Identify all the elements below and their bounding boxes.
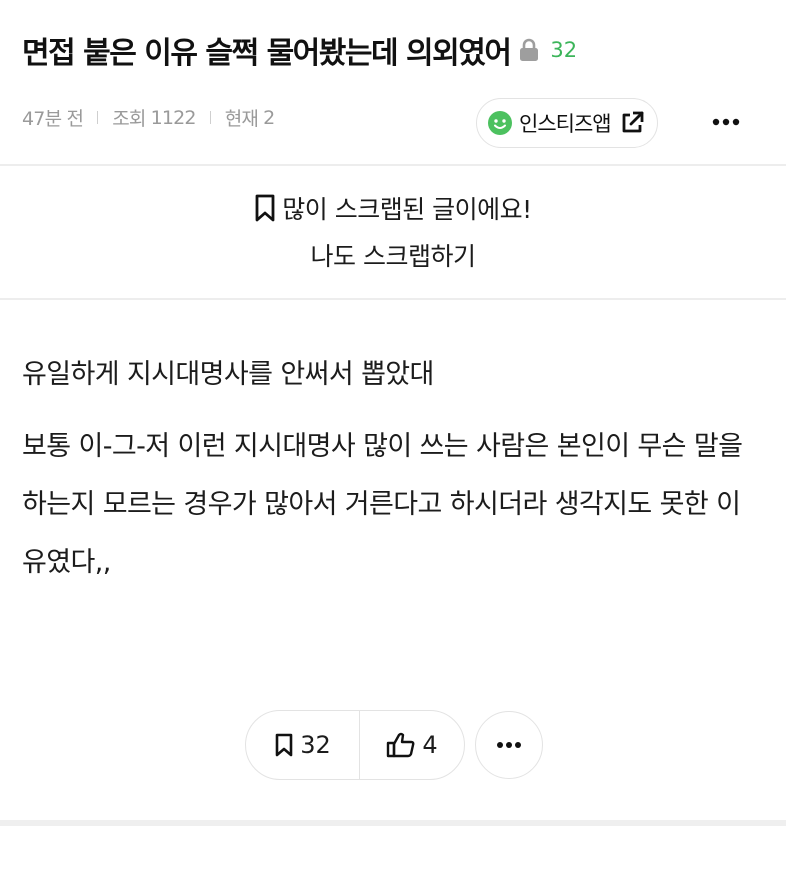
open-app-button[interactable]: 인스티즈앱 (476, 98, 658, 148)
comment-count[interactable]: 32 (550, 38, 577, 62)
post-meta: 47분 전 조회 1122 현재 2 (22, 104, 275, 131)
more-icon (497, 742, 521, 748)
thumbs-up-icon (387, 732, 415, 758)
content-paragraph: 유일하게 지시대명사를 안써서 뽑았대 (22, 359, 434, 390)
reaction-pill: 32 4 (245, 710, 465, 780)
post-content: 유일하게 지시대명사를 안써서 뽑았대 보통 이-그-저 이런 지시대명사 많이… (0, 300, 786, 592)
scrap-banner[interactable]: 많이 스크랩된 글이에요! 나도 스크랩하기 (0, 166, 786, 300)
like-button[interactable]: 4 (360, 711, 464, 779)
current-label: 현재 (224, 108, 259, 130)
meta-divider (97, 111, 99, 124)
section-divider (0, 820, 786, 826)
post-header: 면접 붙은 이유 슬쩍 물어봤는데 의외였어 32 47분 전 조회 1122 … (0, 0, 786, 166)
scrap-button[interactable]: 32 (246, 711, 360, 779)
smile-icon (487, 110, 513, 136)
more-icon (712, 118, 740, 126)
lock-icon (518, 38, 540, 62)
external-link-icon (619, 110, 645, 136)
time-ago: 47분 전 (22, 108, 84, 130)
like-count: 4 (422, 731, 438, 759)
scrap-banner-heading: 많이 스크랩된 글이에요! (254, 190, 532, 226)
meta-divider (209, 111, 211, 124)
more-actions-button[interactable] (475, 711, 543, 779)
current-count: 2 (263, 106, 275, 129)
post-title: 면접 붙은 이유 슬쩍 물어봤는데 의외였어 (22, 36, 512, 71)
scrap-cta[interactable]: 나도 스크랩하기 (0, 237, 786, 273)
content-paragraph: 보통 이-그-저 이런 지시대명사 많이 쓰는 사람은 본인이 무슨 말을 하는… (22, 431, 743, 578)
views-label: 조회 (112, 108, 146, 130)
open-app-label: 인스티즈앱 (519, 112, 612, 136)
scrap-count: 32 (300, 731, 331, 759)
scrap-banner-text: 많이 스크랩된 글이에요! (282, 195, 532, 224)
more-options-button[interactable] (708, 108, 744, 136)
bookmark-icon (275, 733, 293, 757)
title-row: 면접 붙은 이유 슬쩍 물어봤는데 의외였어 32 (22, 28, 577, 72)
post-actions: 32 4 (245, 710, 543, 780)
views-count: 1122 (150, 106, 197, 129)
bookmark-icon (255, 194, 275, 222)
